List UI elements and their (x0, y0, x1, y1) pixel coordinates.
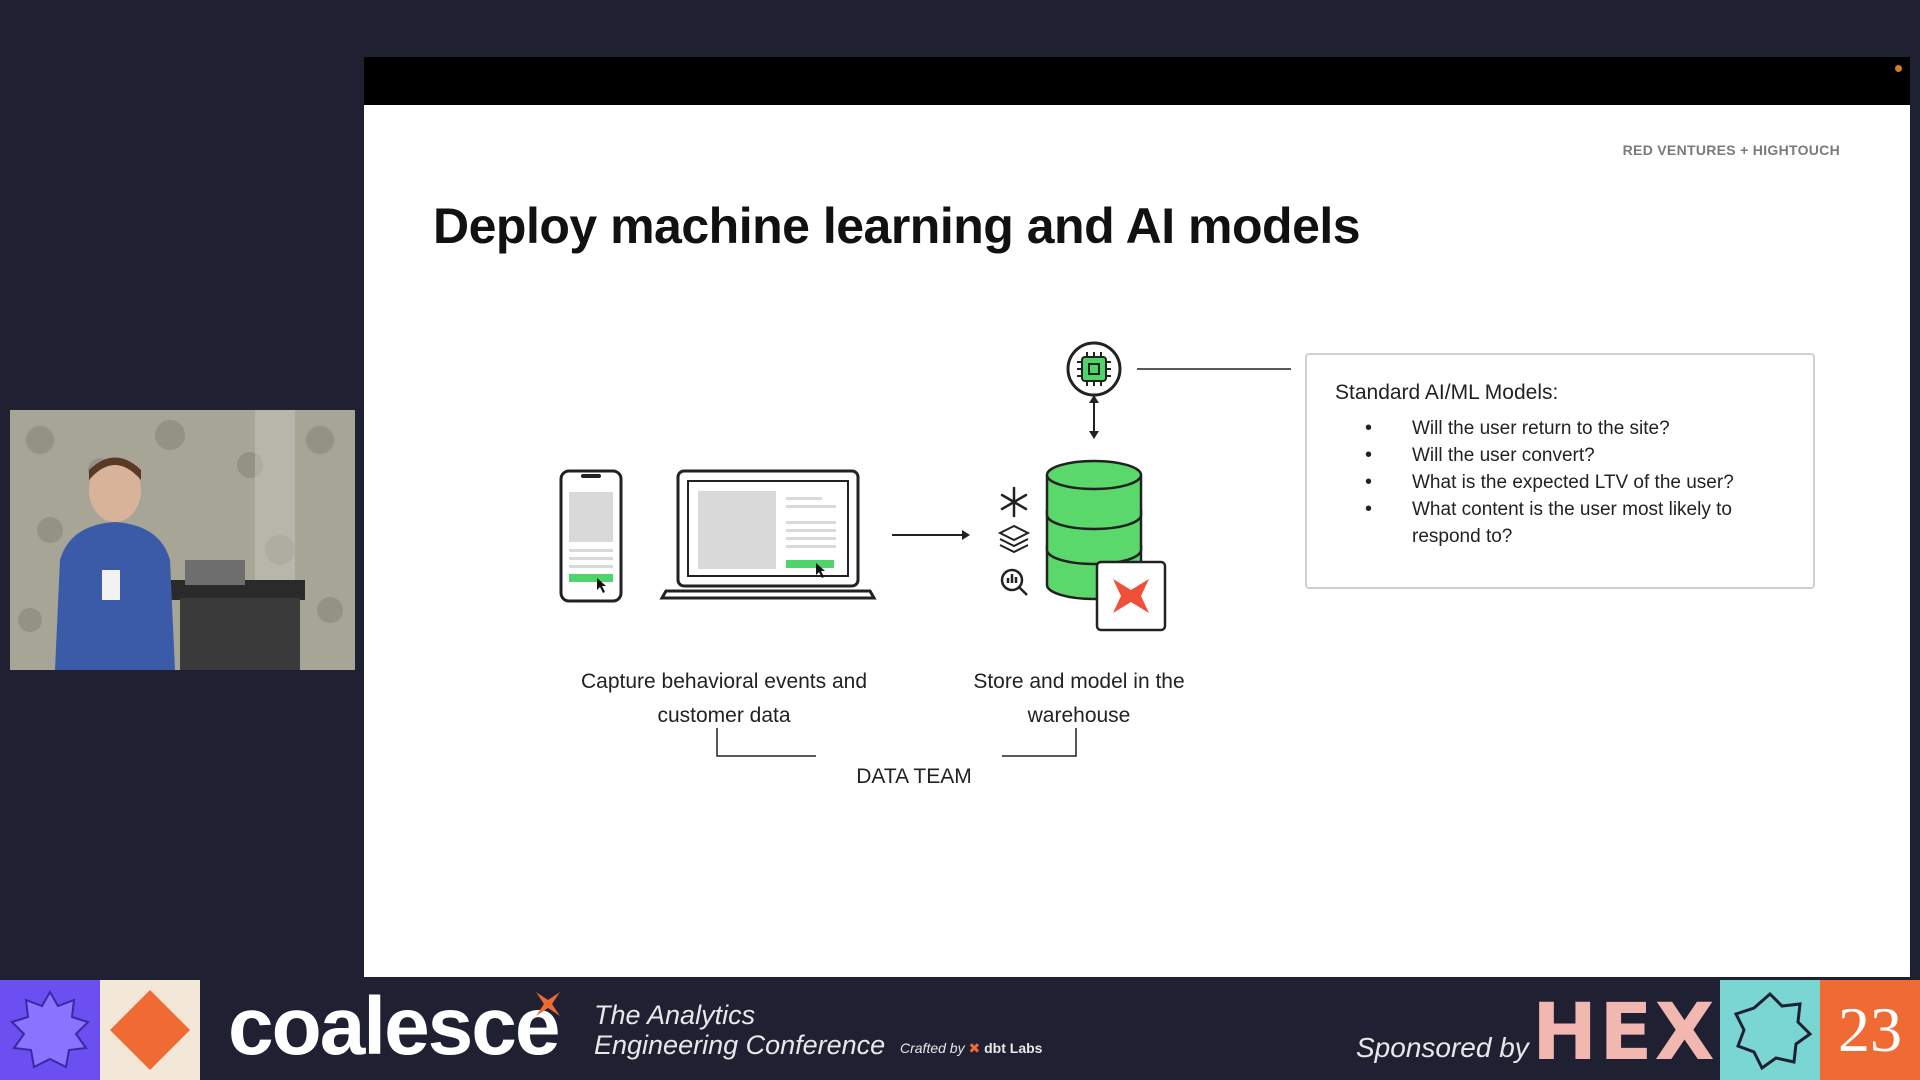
snowflake-icon (1000, 486, 1028, 518)
dbt-mark-icon: ✖ (968, 1040, 981, 1056)
speaker-video (10, 410, 355, 670)
data-team-label: DATA TEAM (856, 765, 972, 788)
capture-caption: Capture behavioral events and customer d… (580, 670, 868, 727)
models-list: Will the user return to the site? Will t… (1335, 415, 1785, 550)
list-item: What content is the user most likely to … (1365, 496, 1785, 550)
coalesce-mark-icon (536, 992, 560, 1016)
dbt-icon (1095, 560, 1167, 632)
bidirectional-arrow (1089, 395, 1099, 439)
tagline: The Analytics Engineering Conference (594, 1000, 885, 1060)
badge-tile-icon (0, 980, 100, 1080)
laptop-icon (659, 469, 877, 600)
tagline-line2: Engineering Conference (594, 1030, 886, 1060)
sponsored-by: Sponsored by (1356, 1032, 1529, 1063)
crafted-brand: dbt Labs (984, 1040, 1043, 1056)
year-tile: 23 (1820, 980, 1920, 1080)
sponsor-logo: HEX (1532, 988, 1717, 1078)
recording-indicator (1895, 65, 1902, 72)
tagline-line1: The Analytics (594, 1000, 756, 1030)
slide: RED VENTURES + HIGHTOUCH Deploy machine … (364, 105, 1910, 977)
crafted-prefix: Crafted by (900, 1040, 965, 1056)
models-title: Standard AI/ML Models: (1335, 381, 1559, 404)
models-box: Standard AI/ML Models: Will the user ret… (1305, 353, 1815, 589)
diamond-tile-icon (100, 980, 200, 1080)
layers-icon (997, 524, 1031, 554)
chip-icon (1066, 341, 1122, 397)
list-item: Will the user return to the site? (1365, 415, 1785, 442)
slide-frame: RED VENTURES + HIGHTOUCH Deploy machine … (364, 57, 1910, 977)
phone-icon (559, 469, 623, 603)
badge-outline-tile-icon (1720, 980, 1820, 1080)
list-item: What is the expected LTV of the user? (1365, 469, 1785, 496)
list-item: Will the user convert? (1365, 442, 1785, 469)
conference-banner: coalesce The Analytics Engineering Confe… (0, 980, 1920, 1080)
analytics-search-icon (1000, 568, 1028, 596)
crafted-by: Crafted by ✖ dbt Labs (900, 1040, 1042, 1057)
coalesce-logo: coalesce (228, 981, 560, 1072)
store-caption: Store and model in the warehouse (973, 670, 1185, 727)
